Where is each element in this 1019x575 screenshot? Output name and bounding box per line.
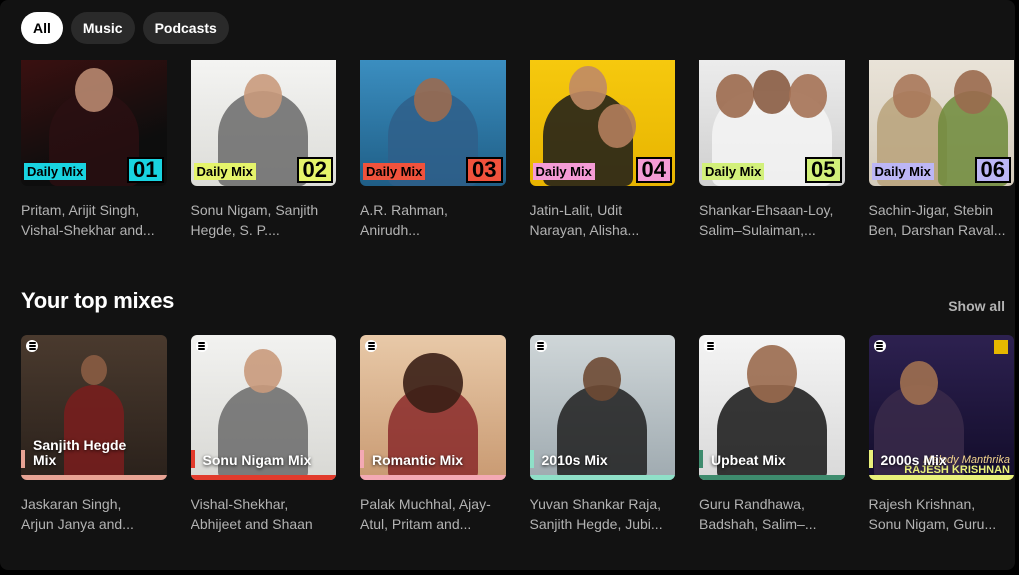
top-mix-cover[interactable]: 2010s Mix [529,335,675,480]
mix-color-bar [868,475,1014,480]
top-mix-card-1[interactable]: Sanjith Hegde Mix Jaskaran Singh, Arjun J… [21,335,167,534]
spotify-icon [873,340,886,352]
spotify-icon [26,340,38,352]
daily-mix-cover[interactable]: Daily Mix 02 [190,60,336,186]
daily-mix-cover[interactable]: Daily Mix 03 [360,60,506,186]
daily-mix-label: Daily Mix [532,163,595,180]
mix-title: Upbeat Mix [711,452,786,468]
spotify-icon [534,340,547,352]
top-mix-cover[interactable]: Melody Manthrika RAJESH KRISHNAN 2000s M… [868,335,1014,480]
top-mix-cover[interactable]: Upbeat Mix [699,335,845,480]
daily-mix-artists: Shankar-Ehsaan-Loy, Salim–Sulaiman,... [699,202,834,238]
filter-chip-podcasts[interactable]: Podcasts [142,12,229,44]
label-logo-icon [994,340,1008,354]
top-mix-cover[interactable]: Romantic Mix [360,335,506,480]
daily-mix-number: 04 [635,157,672,183]
daily-mix-cover[interactable]: Daily Mix 01 [21,60,167,186]
section-title[interactable]: Your top mixes [21,288,174,314]
filter-chip-music[interactable]: Music [70,12,135,44]
show-all-link[interactable]: Show all [948,298,1005,314]
mix-artists: Guru Randhawa, Badshah, Salim–... [699,496,817,532]
top-mix-card-2[interactable]: Sonu Nigam Mix Vishal-Shekhar, Abhijeet a… [190,335,336,534]
mix-title: Sonu Nigam Mix [202,452,312,468]
mix-artists: Jaskaran Singh, Arjun Janya and... [21,496,134,532]
daily-mix-number: 03 [466,157,503,183]
daily-mix-artists: Sonu Nigam, Sanjith Hegde, S. P.... [190,202,319,238]
daily-mix-number: 02 [296,157,333,183]
mix-color-bar [360,475,506,480]
daily-mix-number: 06 [974,157,1011,183]
daily-mix-artists: A.R. Rahman, Anirudh... [360,202,448,238]
daily-mix-card-5[interactable]: Daily Mix 05 Shankar-Ehsaan-Loy, Salim–Su… [699,60,845,240]
top-mix-card-5[interactable]: Upbeat Mix Guru Randhawa, Badshah, Salim–… [699,335,845,534]
mix-color-bar [21,475,167,480]
daily-mix-label: Daily Mix [193,163,256,180]
mix-color-bar [190,475,336,480]
daily-mix-card-2[interactable]: Daily Mix 02 Sonu Nigam, Sanjith Hegde, S… [190,60,336,240]
home-feed: All Music Podcasts Daily Mix 01 Pritam, … [0,0,1015,570]
daily-mix-artists: Jatin-Lalit, Udit Narayan, Alisha... [529,202,640,238]
top-mixes-row: Sanjith Hegde Mix Jaskaran Singh, Arjun J… [21,335,1014,534]
daily-mix-label: Daily Mix [363,163,426,180]
mix-title: Romantic Mix [372,452,464,468]
daily-mix-number: 01 [127,157,164,183]
daily-mix-artists: Pritam, Arijit Singh, Vishal-Shekhar and.… [21,202,155,238]
mix-artists: Vishal-Shekhar, Abhijeet and Shaan [190,496,313,532]
filter-chips: All Music Podcasts [21,12,229,44]
daily-mix-label: Daily Mix [24,163,87,180]
daily-mix-number: 05 [805,157,842,183]
spotify-icon [704,340,716,352]
mix-title: Sanjith Hegde Mix [33,437,127,468]
mix-title: 2000s Mix [880,452,947,468]
top-mix-cover[interactable]: Sanjith Hegde Mix [21,335,167,480]
top-mix-card-4[interactable]: 2010s Mix Yuvan Shankar Raja, Sanjith Heg… [529,335,675,534]
daily-mix-label: Daily Mix [702,163,765,180]
top-mix-cover[interactable]: Sonu Nigam Mix [190,335,336,480]
spotify-icon [195,340,208,352]
daily-mix-card-1[interactable]: Daily Mix 01 Pritam, Arijit Singh, Vishal… [21,60,167,240]
daily-mix-cover[interactable]: Daily Mix 05 [699,60,845,186]
mix-artists: Yuvan Shankar Raja, Sanjith Hegde, Jubi..… [529,496,663,532]
daily-mix-card-4[interactable]: Daily Mix 04 Jatin-Lalit, Udit Narayan, A… [529,60,675,240]
daily-mix-label: Daily Mix [871,163,934,180]
mix-artists: Palak Muchhal, Ajay- Atul, Pritam and... [360,496,491,532]
mix-artists: Rajesh Krishnan, Sonu Nigam, Guru... [868,496,997,532]
filter-chip-all[interactable]: All [21,12,63,44]
daily-mix-cover[interactable]: Daily Mix 04 [529,60,675,186]
daily-mix-card-6[interactable]: Daily Mix 06 Sachin-Jigar, Stebin Ben, Da… [868,60,1014,240]
spotify-icon [365,340,377,352]
mix-color-bar [529,475,675,480]
top-mix-card-3[interactable]: Romantic Mix Palak Muchhal, Ajay- Atul, P… [360,335,506,534]
daily-mix-cover[interactable]: Daily Mix 06 [868,60,1014,186]
daily-mix-artists: Sachin-Jigar, Stebin Ben, Darshan Raval..… [868,202,1006,238]
daily-mix-row: Daily Mix 01 Pritam, Arijit Singh, Vishal… [21,60,1014,240]
daily-mix-card-3[interactable]: Daily Mix 03 A.R. Rahman, Anirudh... [360,60,506,240]
top-mix-card-6[interactable]: Melody Manthrika RAJESH KRISHNAN 2000s M… [868,335,1014,534]
mix-color-bar [699,475,845,480]
mix-title: 2010s Mix [541,452,608,468]
